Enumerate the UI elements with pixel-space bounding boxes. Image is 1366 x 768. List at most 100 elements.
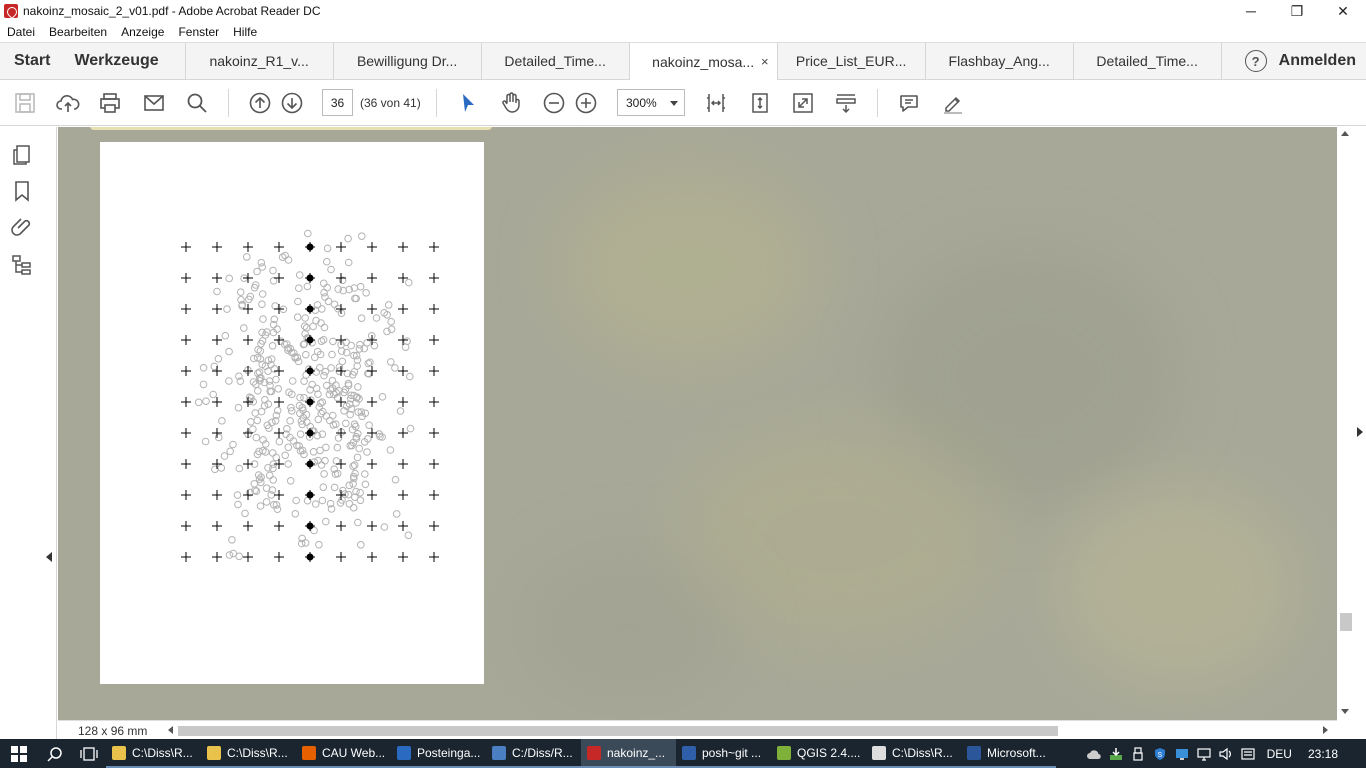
zoom-out-icon[interactable] xyxy=(541,90,567,116)
search-icon[interactable] xyxy=(184,90,210,116)
next-page-icon[interactable] xyxy=(279,90,305,116)
network-monitor-icon[interactable] xyxy=(1171,739,1193,768)
email-icon[interactable] xyxy=(141,90,167,116)
taskbar-app[interactable]: posh~git ... xyxy=(676,739,771,768)
taskbar-app[interactable]: C:\Diss\R... xyxy=(106,739,201,768)
clock[interactable]: 23:18 xyxy=(1308,747,1338,761)
hand-tool-icon[interactable] xyxy=(498,90,524,116)
menu-help[interactable]: Hilfe xyxy=(226,25,264,39)
vertical-scroll-thumb[interactable] xyxy=(1340,613,1352,631)
document-tab[interactable]: Detailed_Time... xyxy=(482,43,630,79)
taskbar-app[interactable]: Microsoft... xyxy=(961,739,1056,768)
cloud-upload-icon[interactable] xyxy=(55,90,81,116)
scatter-point-mark xyxy=(268,486,277,494)
horizontal-scroll-thumb[interactable] xyxy=(178,726,1058,736)
scroll-left-icon[interactable] xyxy=(168,726,173,734)
scroll-up-icon[interactable] xyxy=(1341,131,1349,136)
signin-button[interactable]: Anmelden xyxy=(1279,52,1366,70)
menu-file[interactable]: Datei xyxy=(0,25,42,39)
scatter-point-mark xyxy=(354,383,362,391)
taskbar-app[interactable]: nakoinz_... xyxy=(581,739,676,768)
collapse-left-panel-icon[interactable] xyxy=(46,552,52,562)
scatter-point-mark xyxy=(318,305,326,313)
bookmark-icon[interactable] xyxy=(10,179,34,203)
close-window-button[interactable]: ✕ xyxy=(1320,0,1366,22)
menu-window[interactable]: Fenster xyxy=(171,25,226,39)
task-view-icon[interactable] xyxy=(72,739,106,768)
scroll-right-icon[interactable] xyxy=(1323,726,1328,734)
menu-view[interactable]: Anzeige xyxy=(114,25,171,39)
highlight-pen-icon[interactable] xyxy=(940,90,966,116)
download-icon[interactable] xyxy=(1105,739,1127,768)
volume-icon[interactable] xyxy=(1215,739,1237,768)
tab-home[interactable]: Start xyxy=(0,43,60,79)
scatter-point-mark xyxy=(228,536,236,544)
taskbar-app[interactable]: C:\Diss\R... xyxy=(201,739,296,768)
expand-right-panel-icon[interactable] xyxy=(1357,427,1363,437)
grid-cross-mark xyxy=(398,428,408,438)
scatter-point-mark xyxy=(356,340,364,349)
grid-cross-mark xyxy=(429,490,439,500)
scroll-mode-icon[interactable] xyxy=(833,90,859,116)
zoom-dropdown[interactable]: 300% xyxy=(617,89,685,116)
windows-start-icon[interactable] xyxy=(0,739,38,768)
structure-tree-icon[interactable] xyxy=(10,253,34,277)
vertical-scrollbar[interactable] xyxy=(1337,127,1353,720)
document-tab[interactable]: nakoinz_R1_v... xyxy=(186,43,334,79)
taskbar-app[interactable]: C:/Diss/R... xyxy=(486,739,581,768)
menu-edit[interactable]: Bearbeiten xyxy=(42,25,114,39)
attachment-icon[interactable] xyxy=(10,215,34,239)
document-tab[interactable]: Detailed_Time... xyxy=(1074,43,1222,79)
zoom-in-icon[interactable] xyxy=(573,90,599,116)
minimize-button[interactable]: ─ xyxy=(1228,0,1274,22)
taskbar-app[interactable]: Posteinga... xyxy=(391,739,486,768)
full-screen-icon[interactable] xyxy=(790,90,816,116)
document-viewport[interactable] xyxy=(58,127,1337,720)
document-tab-active[interactable]: nakoinz_mosa... × xyxy=(629,43,778,81)
help-icon[interactable]: ? xyxy=(1244,50,1267,72)
fit-width-icon[interactable] xyxy=(703,90,729,116)
scatter-point-mark xyxy=(250,480,259,488)
grid-cross-mark xyxy=(336,521,346,531)
page-number-input[interactable]: 36 xyxy=(322,89,353,116)
document-tab[interactable]: Flashbay_Ang... xyxy=(926,43,1074,79)
taskbar-app[interactable]: QGIS 2.4.... xyxy=(771,739,866,768)
scroll-down-icon[interactable] xyxy=(1341,709,1349,714)
scatter-point-mark xyxy=(251,409,259,417)
grid-cross-mark xyxy=(336,397,346,407)
shield-icon[interactable]: S xyxy=(1149,739,1171,768)
search-icon[interactable] xyxy=(38,739,72,768)
grid-cross-mark xyxy=(212,397,222,407)
fit-page-icon[interactable] xyxy=(747,90,773,116)
right-panel-toggle[interactable] xyxy=(1353,127,1366,739)
print-icon[interactable] xyxy=(97,90,123,116)
scatter-point-mark xyxy=(264,367,272,375)
app-icon xyxy=(682,745,696,760)
comment-icon[interactable] xyxy=(896,90,922,116)
taskbar-app[interactable]: CAU Web... xyxy=(296,739,391,768)
scatter-point-mark xyxy=(391,475,400,484)
previous-page-icon[interactable] xyxy=(247,90,273,116)
display-icon[interactable] xyxy=(1193,739,1215,768)
cloud-icon[interactable] xyxy=(1083,739,1105,768)
close-tab-icon[interactable]: × xyxy=(761,54,769,69)
window-controls: ─ ❐ ✕ xyxy=(1228,0,1366,22)
maximize-button[interactable]: ❐ xyxy=(1274,0,1320,22)
tab-tools[interactable]: Werkzeuge xyxy=(60,43,186,79)
scatter-point-mark xyxy=(234,500,242,509)
notifications-icon[interactable] xyxy=(1237,739,1259,768)
select-cursor-icon[interactable] xyxy=(455,90,481,116)
taskbar-app[interactable]: C:\Diss\R... xyxy=(866,739,961,768)
horizontal-scrollbar[interactable] xyxy=(168,725,1328,737)
scatter-point-mark xyxy=(254,387,262,395)
system-tray: S DEU 23:18 xyxy=(1083,739,1366,768)
input-language[interactable]: DEU xyxy=(1267,747,1292,761)
document-tab[interactable]: Price_List_EUR... xyxy=(778,43,926,79)
menu-bar: Datei Bearbeiten Anzeige Fenster Hilfe xyxy=(0,22,1366,42)
scatter-point-mark xyxy=(322,517,330,526)
usb-device-icon[interactable] xyxy=(1127,739,1149,768)
document-tab[interactable]: Bewilligung Dr... xyxy=(334,43,482,79)
save-icon[interactable] xyxy=(12,90,38,116)
page-thumbnails-icon[interactable] xyxy=(10,143,34,167)
scatter-point-mark xyxy=(253,267,261,276)
